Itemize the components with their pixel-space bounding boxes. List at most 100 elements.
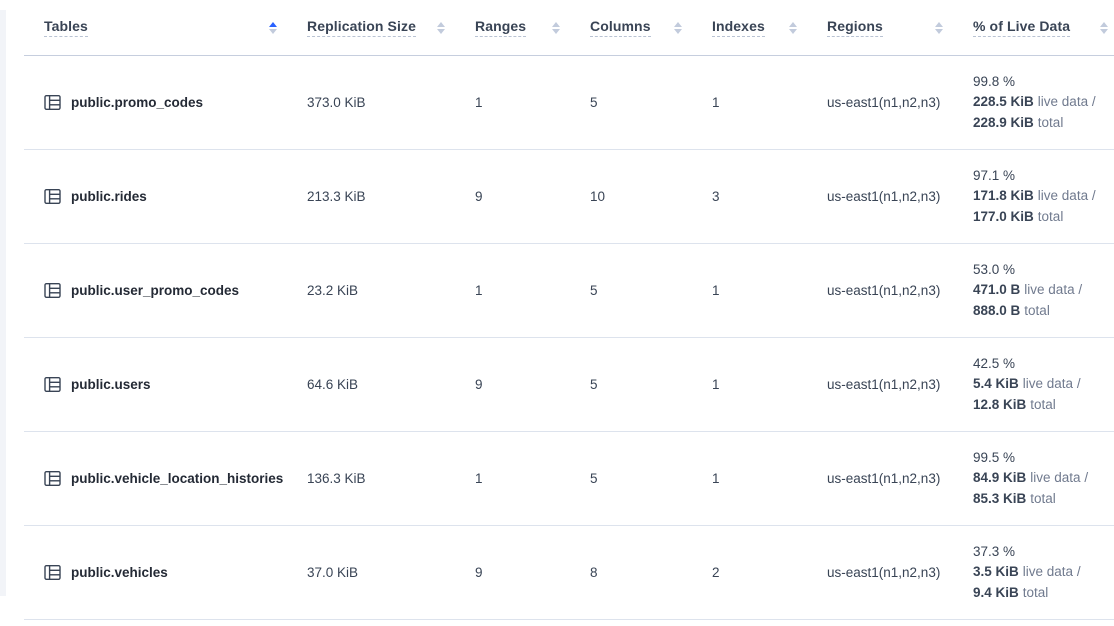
cell-columns: 5 <box>566 432 688 526</box>
cell-regions: us-east1(n1,n2,n3) <box>803 244 949 338</box>
header-row: Tables Replication Size Ranges <box>24 0 1114 56</box>
cell-regions: us-east1(n1,n2,n3) <box>803 150 949 244</box>
column-header-indexes[interactable]: Indexes <box>688 0 803 56</box>
cell-indexes: 1 <box>688 244 803 338</box>
table-icon <box>44 188 61 205</box>
column-label-replication-size[interactable]: Replication Size <box>307 18 416 37</box>
live-size-line: 228.5 KiBlive data / <box>973 92 1108 113</box>
table-icon <box>44 564 61 581</box>
table-row: public.vehicle_location_histories 136.3 … <box>24 432 1114 526</box>
cell-table-name: public.rides <box>24 150 283 244</box>
cell-columns: 5 <box>566 338 688 432</box>
cell-indexes: 3 <box>688 150 803 244</box>
cell-live-data: 97.1 % 171.8 KiBlive data / 177.0 KiBtot… <box>949 150 1114 244</box>
total-size-line: 228.9 KiBtotal <box>973 113 1108 134</box>
total-size-line: 85.3 KiBtotal <box>973 489 1108 510</box>
live-size-line: 5.4 KiBlive data / <box>973 374 1108 395</box>
table-name-link[interactable]: public.promo_codes <box>71 95 203 110</box>
cell-ranges: 1 <box>451 244 566 338</box>
column-header-columns[interactable]: Columns <box>566 0 688 56</box>
table-icon <box>44 282 61 299</box>
cell-live-data: 53.0 % 471.0 Blive data / 888.0 Btotal <box>949 244 1114 338</box>
sort-carets-icon[interactable] <box>789 22 797 34</box>
live-percent: 99.5 % <box>973 448 1108 469</box>
cell-ranges: 1 <box>451 432 566 526</box>
cell-live-data: 42.5 % 5.4 KiBlive data / 12.8 KiBtotal <box>949 338 1114 432</box>
table-row: public.user_promo_codes 23.2 KiB 1 5 1 u… <box>24 244 1114 338</box>
sort-carets-icon[interactable] <box>437 22 445 34</box>
live-size-line: 3.5 KiBlive data / <box>973 562 1108 583</box>
cell-replication-size: 23.2 KiB <box>283 244 451 338</box>
cell-regions: us-east1(n1,n2,n3) <box>803 432 949 526</box>
sort-carets-icon[interactable] <box>674 22 682 34</box>
cell-table-name: public.vehicles <box>24 526 283 620</box>
cell-columns: 8 <box>566 526 688 620</box>
sort-carets-icon[interactable] <box>552 22 560 34</box>
table-name-link[interactable]: public.rides <box>71 189 147 204</box>
column-label-indexes[interactable]: Indexes <box>712 18 765 37</box>
cell-live-data: 99.8 % 228.5 KiBlive data / 228.9 KiBtot… <box>949 56 1114 150</box>
total-size-line: 888.0 Btotal <box>973 301 1108 322</box>
table-name-link[interactable]: public.vehicle_location_histories <box>71 471 283 486</box>
cell-replication-size: 37.0 KiB <box>283 526 451 620</box>
cell-replication-size: 64.6 KiB <box>283 338 451 432</box>
sort-carets-icon[interactable] <box>269 22 277 34</box>
table-row: public.users 64.6 KiB 9 5 1 us-east1(n1,… <box>24 338 1114 432</box>
table-icon <box>44 376 61 393</box>
sort-carets-icon[interactable] <box>935 22 943 34</box>
total-size-line: 12.8 KiBtotal <box>973 395 1108 416</box>
column-header-live-data[interactable]: % of Live Data <box>949 0 1114 56</box>
cell-indexes: 1 <box>688 56 803 150</box>
cell-regions: us-east1(n1,n2,n3) <box>803 526 949 620</box>
column-label-tables[interactable]: Tables <box>44 18 88 37</box>
table-icon <box>44 94 61 111</box>
live-percent: 53.0 % <box>973 260 1108 281</box>
table-name-link[interactable]: public.vehicles <box>71 565 168 580</box>
cell-table-name: public.vehicle_location_histories <box>24 432 283 526</box>
column-label-columns[interactable]: Columns <box>590 18 651 37</box>
cell-replication-size: 213.3 KiB <box>283 150 451 244</box>
cell-replication-size: 136.3 KiB <box>283 432 451 526</box>
table-icon <box>44 470 61 487</box>
cell-regions: us-east1(n1,n2,n3) <box>803 56 949 150</box>
column-header-tables[interactable]: Tables <box>24 0 283 56</box>
cell-table-name: public.promo_codes <box>24 56 283 150</box>
total-size-line: 9.4 KiBtotal <box>973 583 1108 604</box>
cell-live-data: 99.5 % 84.9 KiBlive data / 85.3 KiBtotal <box>949 432 1114 526</box>
table-name-link[interactable]: public.user_promo_codes <box>71 283 239 298</box>
live-size-line: 471.0 Blive data / <box>973 280 1108 301</box>
column-header-replication-size[interactable]: Replication Size <box>283 0 451 56</box>
column-label-ranges[interactable]: Ranges <box>475 18 526 37</box>
cell-table-name: public.user_promo_codes <box>24 244 283 338</box>
tables-page: Tables Replication Size Ranges <box>0 0 1114 626</box>
column-label-live-data[interactable]: % of Live Data <box>973 18 1070 37</box>
cell-indexes: 1 <box>688 432 803 526</box>
total-size-line: 177.0 KiBtotal <box>973 207 1108 228</box>
cell-live-data: 37.3 % 3.5 KiBlive data / 9.4 KiBtotal <box>949 526 1114 620</box>
cell-table-name: public.users <box>24 338 283 432</box>
column-header-regions[interactable]: Regions <box>803 0 949 56</box>
page-gutter <box>0 10 6 596</box>
table-name-link[interactable]: public.users <box>71 377 151 392</box>
cell-regions: us-east1(n1,n2,n3) <box>803 338 949 432</box>
sort-carets-icon[interactable] <box>1100 22 1108 34</box>
cell-columns: 5 <box>566 244 688 338</box>
cell-columns: 5 <box>566 56 688 150</box>
table-row: public.vehicles 37.0 KiB 9 8 2 us-east1(… <box>24 526 1114 620</box>
cell-indexes: 2 <box>688 526 803 620</box>
live-percent: 37.3 % <box>973 542 1108 563</box>
column-label-regions[interactable]: Regions <box>827 18 883 37</box>
cell-ranges: 9 <box>451 150 566 244</box>
cell-columns: 10 <box>566 150 688 244</box>
cell-ranges: 9 <box>451 526 566 620</box>
cell-replication-size: 373.0 KiB <box>283 56 451 150</box>
cell-ranges: 9 <box>451 338 566 432</box>
live-size-line: 171.8 KiBlive data / <box>973 186 1108 207</box>
live-percent: 99.8 % <box>973 72 1108 93</box>
cell-indexes: 1 <box>688 338 803 432</box>
live-size-line: 84.9 KiBlive data / <box>973 468 1108 489</box>
live-percent: 42.5 % <box>973 354 1108 375</box>
column-header-ranges[interactable]: Ranges <box>451 0 566 56</box>
cell-ranges: 1 <box>451 56 566 150</box>
live-percent: 97.1 % <box>973 166 1108 187</box>
